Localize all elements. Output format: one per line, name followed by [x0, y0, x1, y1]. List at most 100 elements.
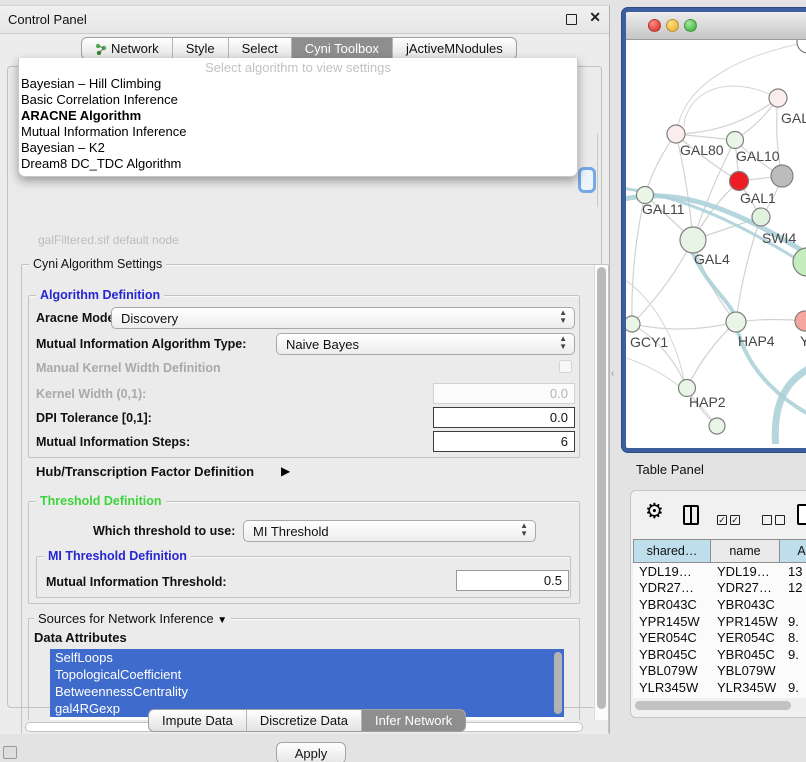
- expand-right-icon[interactable]: ▶: [281, 464, 290, 478]
- aracne-mode-combo[interactable]: Discovery ▲▼: [111, 307, 575, 329]
- network-node-pinky[interactable]: [795, 311, 806, 331]
- column-header[interactable]: shared…: [633, 539, 711, 563]
- tab-jactivemnodules[interactable]: jActiveMNodules: [392, 38, 516, 59]
- column-header[interactable]: name: [711, 539, 780, 563]
- tab-infer-network[interactable]: Infer Network: [361, 710, 465, 731]
- tab-cyni-toolbox[interactable]: Cyni Toolbox: [291, 38, 392, 59]
- document-icon[interactable]: [797, 504, 806, 525]
- which-threshold-combo[interactable]: MI Threshold ▲▼: [243, 520, 536, 542]
- kernel-width-field[interactable]: 0.0: [433, 383, 575, 404]
- table-row[interactable]: YER054CYER054C8.: [633, 629, 806, 646]
- tab-label: Cyni Toolbox: [305, 41, 379, 56]
- network-icon: [95, 43, 107, 55]
- network-node-swi4[interactable]: [752, 208, 770, 226]
- network-node-biggreen[interactable]: [793, 248, 806, 276]
- table-row[interactable]: YBR045CYBR045C9.: [633, 646, 806, 663]
- table-rows: YDL19…YDL19…13YDR27…YDR27…12YBR043CYBR04…: [633, 563, 806, 698]
- algorithm-option[interactable]: Mutual Information Inference: [19, 124, 577, 140]
- attribute-item[interactable]: BetweennessCentrality: [50, 683, 564, 700]
- table-row[interactable]: YBR043CYBR043C: [633, 596, 806, 613]
- table-row[interactable]: YLR345WYLR345W9.: [633, 679, 806, 696]
- network-graph[interactable]: GALGAL80GAL10GAL1GAL11SWI4GAL4GCY1HAP4YH…: [626, 40, 806, 444]
- settings-vertical-scrollbar[interactable]: [594, 265, 608, 720]
- mi-threshold-value: 0.5: [544, 573, 562, 588]
- kernel-width-value: 0.0: [550, 386, 568, 401]
- table-header-row[interactable]: shared…nameA: [633, 539, 806, 563]
- mi-steps-field[interactable]: 6: [433, 431, 575, 452]
- table-cell: YLL052C: [711, 697, 780, 698]
- network-window-titlebar[interactable]: [626, 12, 806, 40]
- table-row[interactable]: YDL19…YDL19…13: [633, 563, 806, 580]
- tab-impute-data[interactable]: Impute Data: [149, 710, 246, 731]
- mi-steps-value: 6: [561, 434, 568, 449]
- node-label-gal4: GAL4: [694, 251, 730, 267]
- network-canvas[interactable]: GALGAL80GAL10GAL1GAL11SWI4GAL4GCY1HAP4YH…: [626, 40, 806, 444]
- spinner-arrows-icon: ▲▼: [559, 309, 567, 325]
- manual-kernel-width-checkbox[interactable]: [559, 360, 572, 373]
- tab-select[interactable]: Select: [228, 38, 291, 59]
- algorithm-option[interactable]: Dream8 DC_TDC Algorithm: [19, 156, 577, 172]
- attribute-item[interactable]: SelfLoops: [50, 649, 564, 666]
- table-cell: 13: [780, 564, 806, 579]
- vertical-scrollbar-thumb[interactable]: [597, 267, 606, 709]
- table-row[interactable]: YBL079WYBL079W: [633, 663, 806, 680]
- network-node-gal10[interactable]: [727, 132, 744, 149]
- table-row[interactable]: YLL052CYLL052C9.: [633, 696, 806, 698]
- network-edge: [626, 358, 712, 420]
- network-node-hap4[interactable]: [726, 312, 746, 332]
- table-cell: YLR345W: [711, 680, 780, 695]
- tab-network[interactable]: Network: [82, 38, 172, 59]
- checked-checkbox-icon[interactable]: ✓: [730, 515, 740, 525]
- algorithm-option[interactable]: ARACNE Algorithm: [19, 108, 577, 124]
- algorithm-option[interactable]: Bayesian – Hill Climbing: [19, 76, 577, 92]
- network-node-gal80[interactable]: [667, 125, 685, 143]
- gear-icon[interactable]: ⚙: [645, 499, 664, 524]
- panel-collapse-arrow-icon[interactable]: ‹: [611, 368, 614, 379]
- network-node-gcy1[interactable]: [626, 316, 640, 332]
- table-cell: YPR145W: [633, 614, 711, 629]
- zoom-traffic-light-icon[interactable]: [684, 19, 697, 32]
- table-panel-title: Table Panel: [636, 462, 704, 477]
- network-node-gal2[interactable]: [769, 89, 787, 107]
- mi-threshold-field[interactable]: 0.5: [456, 570, 569, 591]
- tab-discretize-data[interactable]: Discretize Data: [246, 710, 361, 731]
- network-node-botn[interactable]: [709, 418, 725, 434]
- unchecked-checkbox-icon[interactable]: [775, 515, 785, 525]
- attribute-item[interactable]: TopologicalCoefficient: [50, 666, 564, 683]
- minimized-panel-icon[interactable]: [3, 746, 17, 759]
- split-columns-icon[interactable]: [683, 505, 699, 525]
- apply-button[interactable]: Apply: [276, 742, 346, 762]
- dpi-tolerance-field[interactable]: 0.0: [433, 407, 575, 428]
- table-cell: 12: [780, 580, 806, 595]
- mi-threshold-label: Mutual Information Threshold:: [46, 575, 227, 589]
- table-row[interactable]: YPR145WYPR145W9.: [633, 613, 806, 630]
- hub-tf-definition-label[interactable]: Hub/Transcription Factor Definition: [36, 464, 254, 479]
- tab-style[interactable]: Style: [172, 38, 228, 59]
- algorithm-option[interactable]: Basic Correlation Inference: [19, 92, 577, 108]
- close-icon[interactable]: ✕: [589, 9, 601, 26]
- minimize-traffic-light-icon[interactable]: [666, 19, 679, 32]
- network-edge: [676, 98, 778, 134]
- float-window-icon[interactable]: [566, 14, 577, 25]
- tab-label: Network: [111, 41, 159, 56]
- table-row[interactable]: YDR27…YDR27…12: [633, 580, 806, 597]
- checked-checkbox-icon[interactable]: ✓: [717, 515, 727, 525]
- column-header[interactable]: A: [780, 539, 806, 563]
- groupbox-fragment-line: [597, 133, 598, 207]
- close-traffic-light-icon[interactable]: [648, 19, 661, 32]
- node-label-gal11: GAL11: [642, 201, 685, 217]
- network-node-n0[interactable]: [797, 40, 806, 53]
- algorithm-option[interactable]: Bayesian – K2: [19, 140, 577, 156]
- network-node-gal4[interactable]: [680, 227, 706, 253]
- attributes-scrollbar[interactable]: [554, 652, 562, 714]
- dpi-tolerance-value: 0.0: [550, 410, 568, 425]
- unchecked-checkbox-icon[interactable]: [762, 515, 772, 525]
- network-node-red1[interactable]: [730, 172, 749, 191]
- mi-algorithm-type-combo[interactable]: Naive Bayes ▲▼: [276, 333, 575, 355]
- network-node-grayn[interactable]: [771, 165, 793, 187]
- table-horizontal-scrollbar[interactable]: [633, 700, 806, 712]
- network-view-window[interactable]: GALGAL80GAL10GAL1GAL11SWI4GAL4GCY1HAP4YH…: [622, 8, 806, 452]
- table-scrollbar-thumb[interactable]: [635, 701, 791, 710]
- sources-group-title[interactable]: Sources for Network Inference ▼: [34, 611, 231, 626]
- table-cell: YLR345W: [633, 680, 711, 695]
